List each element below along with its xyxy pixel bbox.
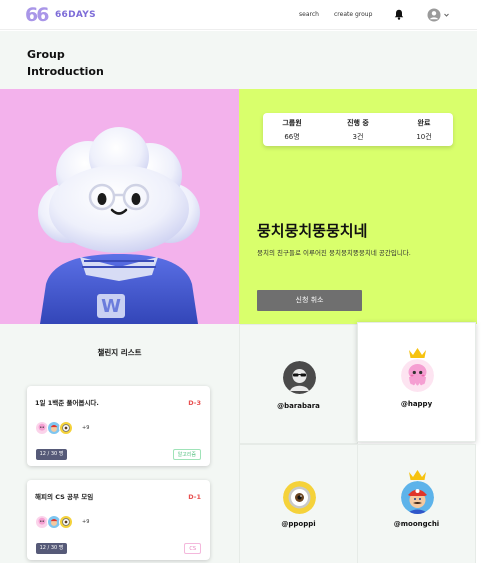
participant-avatars: +9: [35, 421, 115, 436]
participant-count-badge: 12 / 30 명: [36, 543, 67, 554]
stat-value: 3건: [352, 133, 364, 141]
logo-text: 66DAYS: [55, 10, 96, 20]
top-header: 66 66DAYS search create group: [0, 0, 477, 30]
page-title: Group Introduction: [27, 48, 104, 78]
stat-completed: 완료 10건: [399, 118, 449, 143]
title-band: Group Introduction: [0, 31, 477, 89]
octopus-avatar-icon: [401, 359, 434, 392]
member-name: @happy: [400, 400, 433, 408]
more-participants-count: +9: [82, 519, 90, 525]
challenge-dday: D-3: [188, 399, 201, 407]
user-avatar-icon[interactable]: [427, 8, 451, 22]
minion-eye-avatar-icon: [59, 515, 73, 529]
member-card[interactable]: @moongchi: [357, 444, 476, 563]
challenge-card[interactable]: 1일 1백준 풀어봅시다. D-3 +9 12 / 30 명 알고리즘: [27, 386, 210, 466]
group-description: 뭉치의 친구들로 이루어진 뭉치뭉치뚱뭉치네 공간입니다.: [257, 249, 411, 257]
category-tag: CS: [184, 543, 201, 554]
challenge-title: 해피의 CS 공부 모임: [35, 493, 94, 501]
group-name: 뭉치뭉치뚱뭉치네: [257, 222, 368, 240]
group-stats-card: 그룹원 66명 진행 중 3건 완료 10건: [263, 113, 453, 146]
bell-icon[interactable]: [394, 9, 404, 20]
challenge-dday: D-1: [188, 493, 201, 501]
challenge-card[interactable]: 해피의 CS 공부 모임 D-1 +9 12 / 30 명 CS: [27, 480, 210, 560]
challenge-list-heading: 챌린지 리스트: [97, 348, 142, 357]
cancel-application-button[interactable]: 신청 취소: [257, 290, 362, 311]
crown-icon: [409, 348, 426, 358]
stat-label: 진행 중: [347, 119, 369, 127]
group-info-panel: 그룹원 66명 진행 중 3건 완료 10건 뭉치뭉치뚱뭉치네 뭉치의 친구들로…: [239, 89, 477, 324]
svg-text:W: W: [101, 296, 121, 317]
member-name: @ppoppi: [281, 520, 316, 528]
stat-members: 그룹원 66명: [267, 118, 317, 143]
more-participants-count: +9: [82, 425, 90, 431]
minion-eye-avatar-icon: [283, 481, 316, 514]
sunglasses-avatar-icon: [283, 361, 316, 394]
participant-count-badge: 12 / 30 명: [36, 449, 67, 460]
cloud-character-image: W: [0, 89, 239, 324]
member-card[interactable]: @barabara: [239, 324, 358, 444]
nav-search-link[interactable]: search: [299, 10, 319, 20]
challenge-title: 1일 1백준 풀어봅시다.: [35, 399, 99, 407]
member-name: @moongchi: [393, 520, 440, 528]
challenge-list-section: 챌린지 리스트 1일 1백준 풀어봅시다. D-3 +9 12 / 30 명 알…: [0, 324, 239, 563]
stat-in-progress: 진행 중 3건: [333, 118, 383, 143]
logo[interactable]: 66 66DAYS: [25, 4, 96, 26]
stat-value: 66명: [284, 133, 300, 141]
mario-avatar-icon: [401, 481, 434, 514]
crown-icon: [409, 470, 426, 480]
logo-mark: 66: [25, 4, 49, 26]
cloud-character-illustration: W: [38, 127, 200, 324]
participant-avatars: +9: [35, 515, 115, 530]
member-card[interactable]: @happy: [357, 322, 476, 442]
category-tag: 알고리즘: [172, 449, 201, 460]
stat-label: 그룹원: [282, 119, 302, 127]
stat-value: 10건: [416, 133, 432, 141]
minion-eye-avatar-icon: [59, 421, 73, 435]
stat-label: 완료: [417, 119, 431, 127]
nav-create-group-link[interactable]: create group: [334, 10, 372, 20]
member-name: @barabara: [277, 402, 320, 410]
member-card[interactable]: @ppoppi: [239, 444, 358, 563]
